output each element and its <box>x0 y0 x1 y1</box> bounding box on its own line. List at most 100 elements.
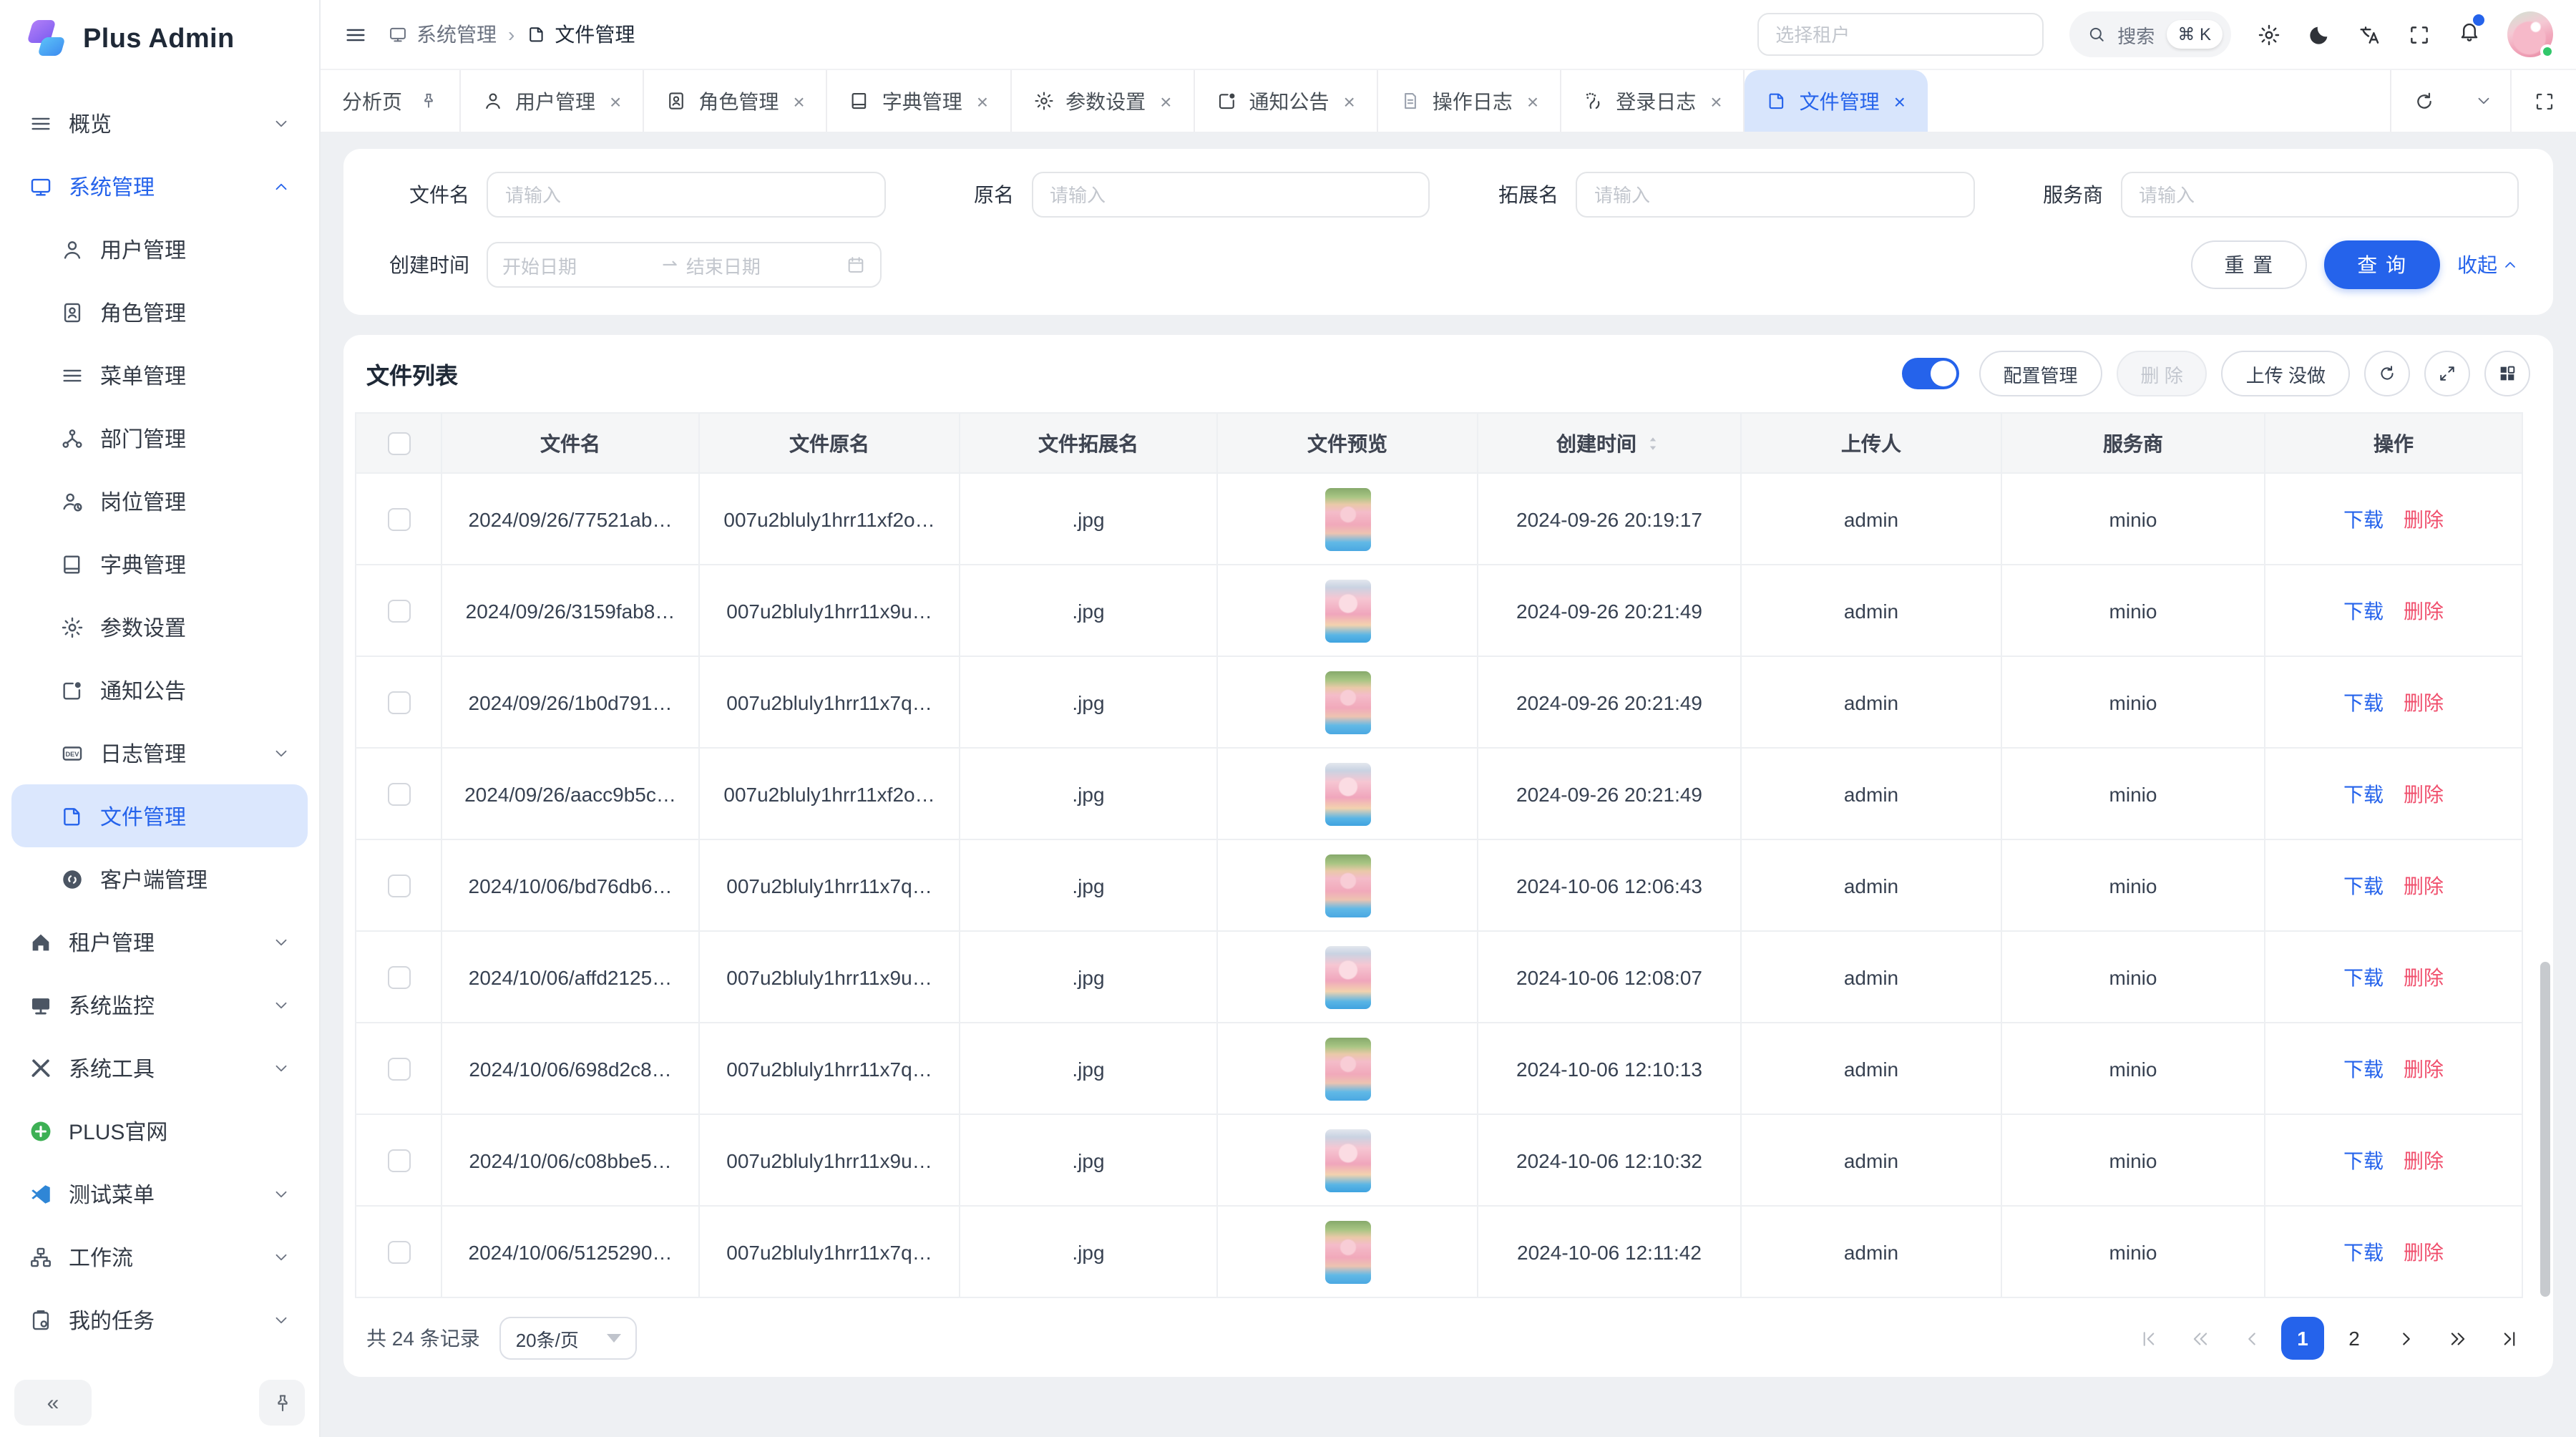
delete-link[interactable]: 删除 <box>2404 1149 2444 1171</box>
sidebar-item-param[interactable]: 参数设置 <box>11 595 308 658</box>
sidebar-item-dict[interactable]: 字典管理 <box>11 532 308 595</box>
query-button[interactable]: 查 询 <box>2324 240 2440 289</box>
download-link[interactable]: 下载 <box>2343 782 2384 805</box>
file-preview-thumbnail[interactable] <box>1324 854 1370 917</box>
delete-link[interactable]: 删除 <box>2404 507 2444 530</box>
jump-forward-button[interactable] <box>2436 1317 2479 1360</box>
fullscreen-icon[interactable] <box>2407 22 2431 47</box>
breadcrumb-system[interactable]: 系统管理 <box>388 20 497 49</box>
tab-close-icon[interactable]: × <box>793 91 804 111</box>
row-checkbox[interactable] <box>387 1149 410 1171</box>
next-page-button[interactable] <box>2384 1317 2427 1360</box>
sidebar-item-workflow[interactable]: 工作流 <box>11 1225 308 1288</box>
sidebar-item-log[interactable]: DEV日志管理 <box>11 721 308 784</box>
row-checkbox[interactable] <box>387 1057 410 1080</box>
tab-close-icon[interactable]: × <box>1894 91 1906 111</box>
tab-param[interactable]: 参数设置× <box>1011 70 1194 132</box>
collapse-filters-link[interactable]: 收起 <box>2457 250 2519 279</box>
sidebar-item-role[interactable]: 角色管理 <box>11 281 308 344</box>
upload-button[interactable]: 上传 没做 <box>2222 351 2350 396</box>
field-input-0[interactable] <box>487 172 885 218</box>
table-expand-button[interactable] <box>2424 351 2470 396</box>
table-refresh-button[interactable] <box>2364 351 2410 396</box>
tab-file[interactable]: 文件管理× <box>1745 70 1927 132</box>
tab-oplog[interactable]: 操作日志× <box>1378 70 1561 132</box>
delete-link[interactable]: 删除 <box>2404 691 2444 713</box>
tab-analysis[interactable]: 分析页 <box>321 70 461 132</box>
reset-button[interactable]: 重 置 <box>2191 240 2307 289</box>
tab-role[interactable]: 角色管理× <box>644 70 827 132</box>
download-link[interactable]: 下载 <box>2343 507 2384 530</box>
sidebar-item-file[interactable]: 文件管理 <box>11 784 308 847</box>
sidebar-item-menu[interactable]: 菜单管理 <box>11 344 308 406</box>
download-link[interactable]: 下载 <box>2343 874 2384 897</box>
first-page-button[interactable] <box>2127 1317 2170 1360</box>
sidebar-pin-button[interactable] <box>259 1380 305 1426</box>
tab-close-icon[interactable]: × <box>1527 91 1538 111</box>
file-preview-thumbnail[interactable] <box>1324 945 1370 1008</box>
sidebar-item-tenant[interactable]: 租户管理 <box>11 910 308 973</box>
row-checkbox[interactable] <box>387 782 410 805</box>
sidebar-item-gitee[interactable]: gitee记录 <box>11 1351 308 1368</box>
tab-menu-button[interactable] <box>2456 70 2510 132</box>
user-avatar[interactable] <box>2507 11 2553 57</box>
download-link[interactable]: 下载 <box>2343 599 2384 622</box>
tab-close-icon[interactable]: × <box>1710 91 1722 111</box>
sidebar-item-tools[interactable]: 系统工具 <box>11 1036 308 1099</box>
delete-link[interactable]: 删除 <box>2404 1240 2444 1263</box>
tab-user[interactable]: 用户管理× <box>461 70 644 132</box>
download-link[interactable]: 下载 <box>2343 691 2384 713</box>
row-checkbox[interactable] <box>387 874 410 897</box>
sidebar-collapse-button[interactable]: « <box>14 1380 92 1426</box>
sidebar-item-overview[interactable]: 概览 <box>11 92 308 155</box>
date-range-input[interactable]: 开始日期 ⇀ 结束日期 <box>487 242 882 288</box>
field-input-2[interactable] <box>1576 172 1974 218</box>
download-link[interactable]: 下载 <box>2343 1057 2384 1080</box>
delete-link[interactable]: 删除 <box>2404 965 2444 988</box>
delete-link[interactable]: 删除 <box>2404 874 2444 897</box>
file-preview-thumbnail[interactable] <box>1324 1220 1370 1283</box>
delete-link[interactable]: 删除 <box>2404 599 2444 622</box>
tab-close-icon[interactable]: × <box>1344 91 1355 111</box>
tab-loginlog[interactable]: 登录日志× <box>1561 70 1745 132</box>
menu-toggle-icon[interactable] <box>343 22 368 47</box>
tab-notice[interactable]: 通知公告× <box>1195 70 1378 132</box>
sidebar-item-my-tasks[interactable]: 我的任务 <box>11 1288 308 1351</box>
table-scrollbar-thumb[interactable] <box>2540 962 2550 1297</box>
tab-close-icon[interactable]: × <box>1160 91 1171 111</box>
download-link[interactable]: 下载 <box>2343 1149 2384 1171</box>
row-checkbox[interactable] <box>387 965 410 988</box>
row-checkbox[interactable] <box>387 691 410 713</box>
sidebar-item-client[interactable]: 客户端管理 <box>11 847 308 910</box>
row-checkbox[interactable] <box>387 599 410 622</box>
refresh-tab-button[interactable] <box>2390 70 2456 132</box>
config-manage-button[interactable]: 配置管理 <box>1979 351 2102 396</box>
tab-close-icon[interactable]: × <box>977 91 988 111</box>
global-search-button[interactable]: 搜索 ⌘ K <box>2069 11 2231 57</box>
field-input-3[interactable] <box>2120 172 2519 218</box>
tenant-select-input[interactable] <box>1757 13 2043 56</box>
delete-link[interactable]: 删除 <box>2404 1057 2444 1080</box>
field-input-1[interactable] <box>1031 172 1430 218</box>
row-checkbox[interactable] <box>387 1240 410 1263</box>
content-fullscreen-button[interactable] <box>2510 70 2576 132</box>
sidebar-item-dept[interactable]: 部门管理 <box>11 406 308 469</box>
delete-link[interactable]: 删除 <box>2404 782 2444 805</box>
tab-close-icon[interactable]: × <box>610 91 621 111</box>
page-button-2[interactable]: 2 <box>2333 1317 2376 1360</box>
file-preview-thumbnail[interactable] <box>1324 762 1370 825</box>
sidebar-item-system[interactable]: 系统管理 <box>11 155 308 218</box>
file-preview-thumbnail[interactable] <box>1324 487 1370 550</box>
list-toggle[interactable] <box>1901 358 1958 389</box>
sidebar-item-post[interactable]: 岗位管理 <box>11 469 308 532</box>
sidebar-item-plus-site[interactable]: PLUS官网 <box>11 1099 308 1162</box>
file-preview-thumbnail[interactable] <box>1324 579 1370 642</box>
sidebar-item-test-menu[interactable]: 测试菜单 <box>11 1162 308 1225</box>
page-button-1[interactable]: 1 <box>2281 1317 2324 1360</box>
language-translate-icon[interactable] <box>2357 22 2381 47</box>
tab-dict[interactable]: 字典管理× <box>828 70 1011 132</box>
column-header-4[interactable]: 创建时间 <box>1478 413 1741 473</box>
sidebar-item-user[interactable]: 用户管理 <box>11 218 308 281</box>
prev-page-button[interactable] <box>2230 1317 2273 1360</box>
jump-back-button[interactable] <box>2178 1317 2221 1360</box>
